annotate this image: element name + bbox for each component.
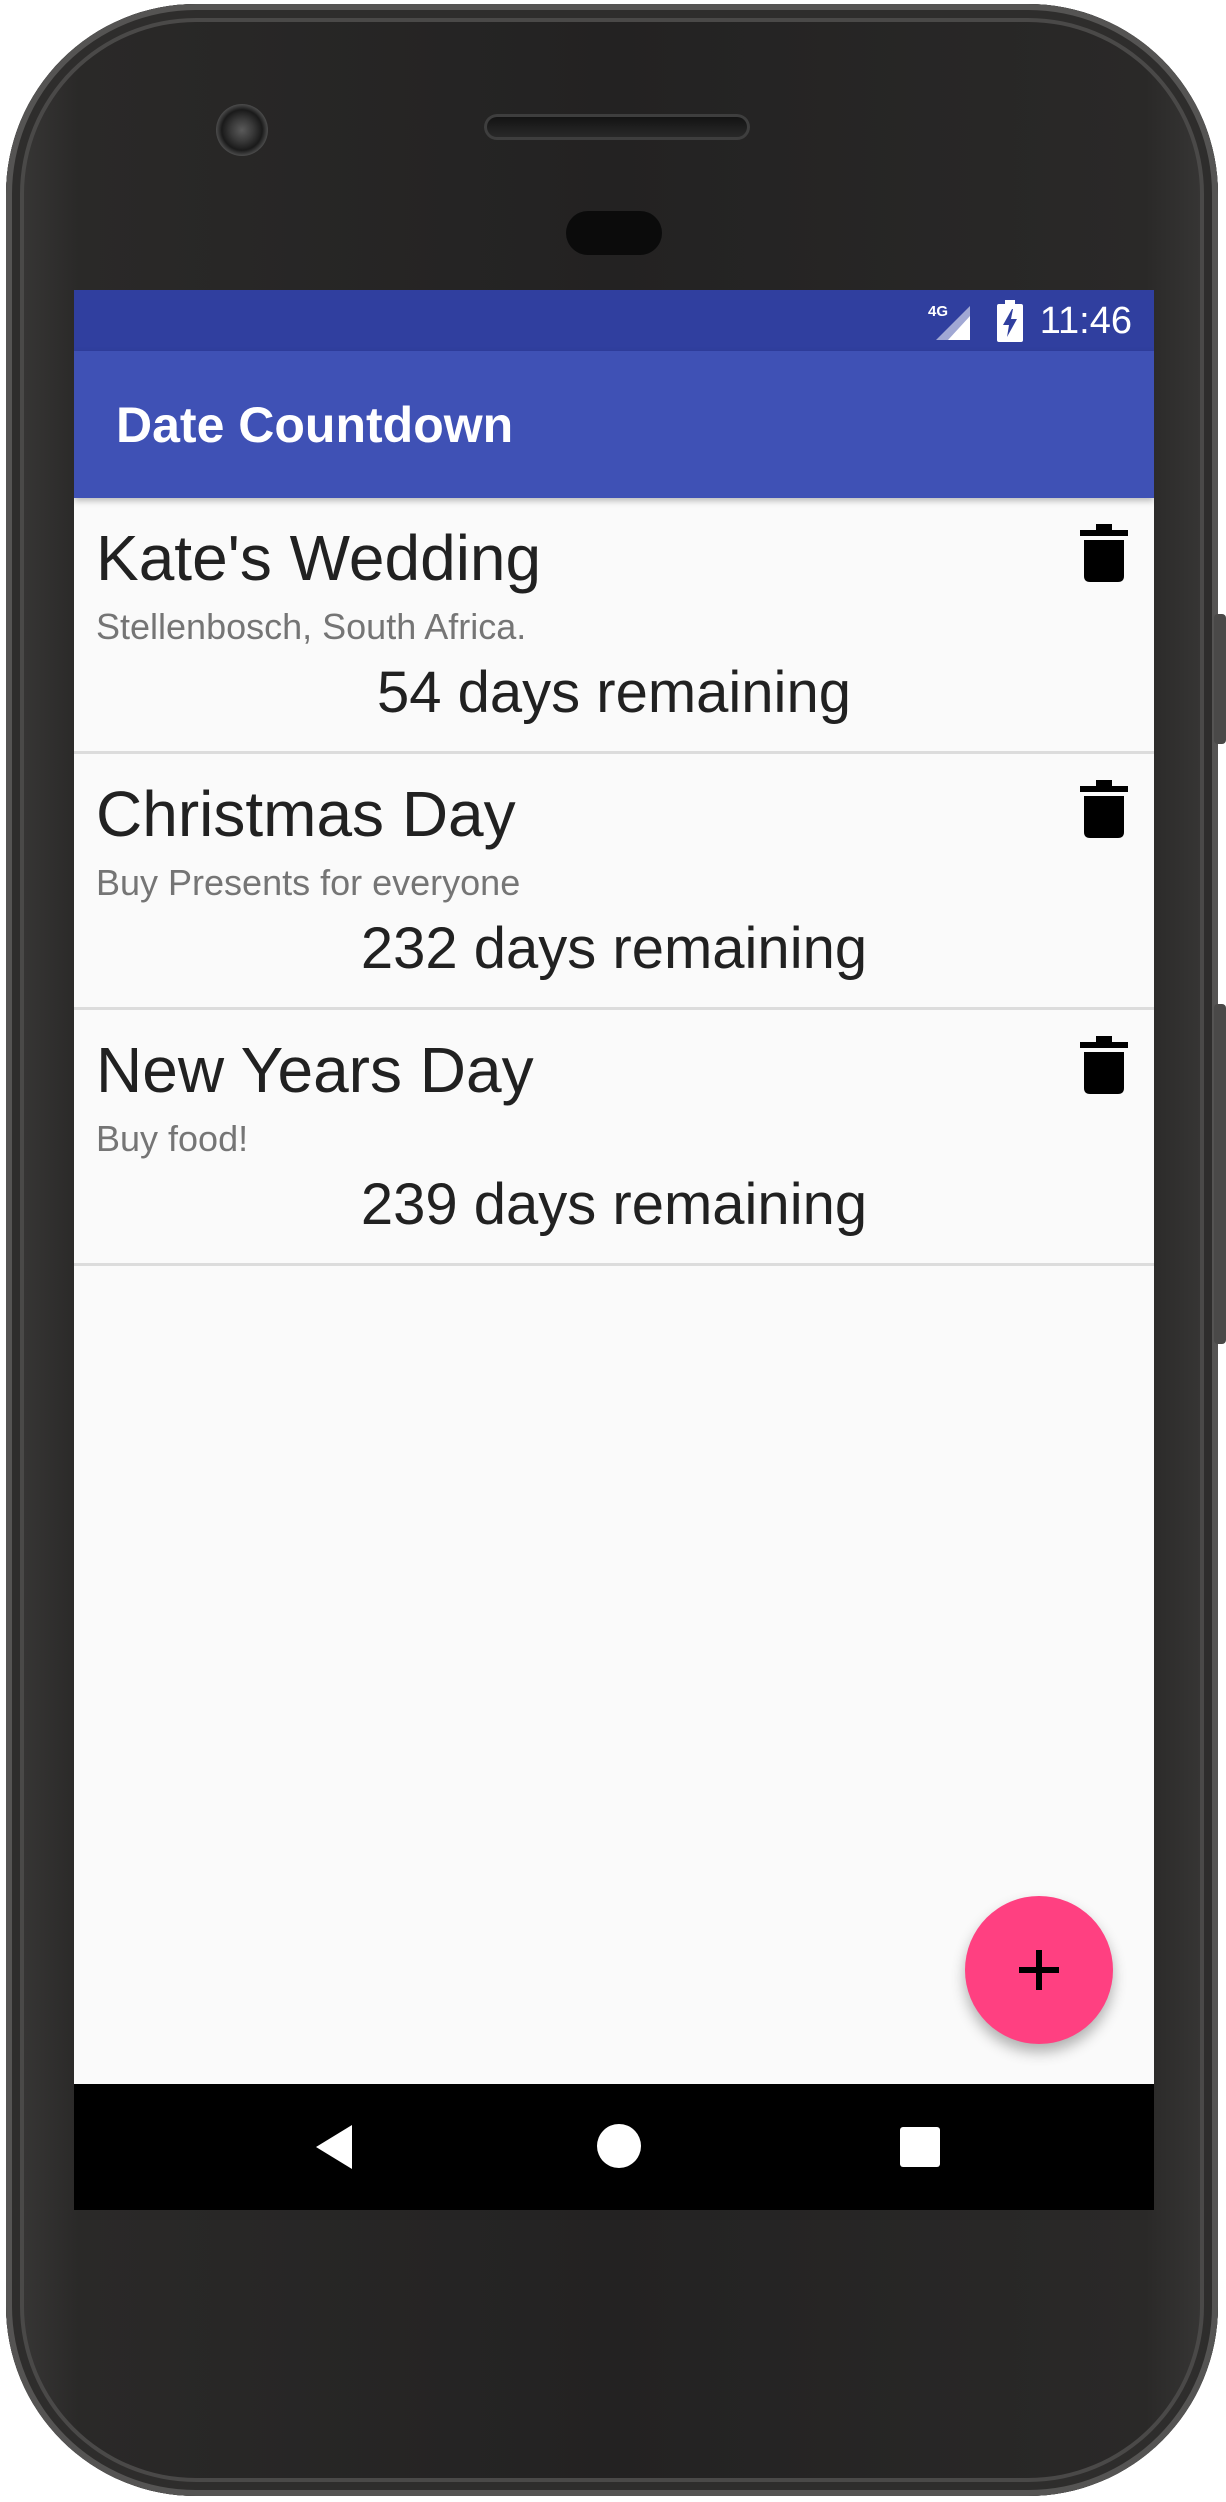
countdown-list: Kate's Wedding Stellenbosch, South Afric… bbox=[74, 498, 1154, 1266]
cell-signal-icon: 4G bbox=[928, 303, 970, 340]
trash-icon[interactable] bbox=[1080, 780, 1128, 838]
countdown-remaining: 54 days remaining bbox=[377, 660, 851, 725]
countdown-item[interactable]: Christmas Day Buy Presents for everyone … bbox=[74, 754, 1154, 1010]
home-circle-icon[interactable] bbox=[594, 2121, 644, 2171]
plus-icon bbox=[1019, 1950, 1059, 1990]
network-type: 4G bbox=[928, 303, 948, 320]
status-bar: 4G 11:46 bbox=[74, 290, 1154, 351]
add-countdown-button[interactable] bbox=[965, 1896, 1113, 2044]
proximity-sensor bbox=[566, 211, 662, 255]
volume-button bbox=[1214, 1004, 1226, 1344]
screen: 4G 11:46 Date Countdown Kate's Wedding S… bbox=[74, 290, 1154, 2210]
countdown-note: Buy Presents for everyone bbox=[96, 862, 521, 903]
trash-icon[interactable] bbox=[1080, 524, 1128, 582]
app-bar: Date Countdown bbox=[74, 351, 1154, 498]
app-title: Date Countdown bbox=[116, 397, 514, 453]
countdown-title: New Years Day bbox=[96, 1034, 534, 1106]
navigation-bar bbox=[74, 2084, 1154, 2210]
countdown-item[interactable]: New Years Day Buy food! 239 days remaini… bbox=[74, 1010, 1154, 1266]
recents-square-icon[interactable] bbox=[898, 2125, 942, 2169]
battery-charging-icon bbox=[997, 300, 1023, 342]
countdown-item[interactable]: Kate's Wedding Stellenbosch, South Afric… bbox=[74, 498, 1154, 754]
status-time: 11:46 bbox=[1039, 300, 1132, 342]
countdown-remaining: 232 days remaining bbox=[360, 916, 868, 981]
earpiece-speaker bbox=[484, 114, 750, 140]
power-button bbox=[1214, 614, 1226, 744]
phone-frame: 4G 11:46 Date Countdown Kate's Wedding S… bbox=[6, 4, 1226, 2496]
countdown-remaining: 239 days remaining bbox=[360, 1172, 868, 1237]
back-triangle-icon[interactable] bbox=[312, 2123, 360, 2171]
trash-icon[interactable] bbox=[1080, 1036, 1128, 1094]
countdown-note: Stellenbosch, South Africa. bbox=[96, 606, 527, 647]
countdown-note: Buy food! bbox=[96, 1118, 249, 1159]
front-camera bbox=[216, 104, 268, 156]
countdown-title: Kate's Wedding bbox=[96, 522, 542, 594]
countdown-title: Christmas Day bbox=[96, 778, 516, 850]
